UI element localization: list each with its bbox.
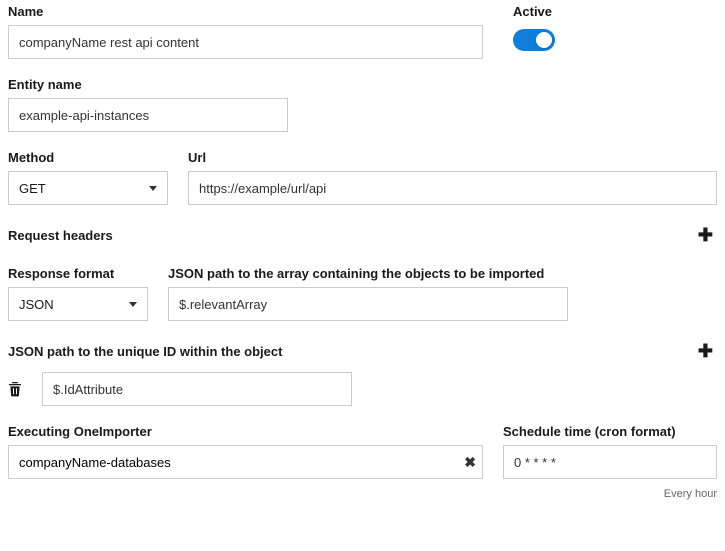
response-format-value: JSON xyxy=(19,297,54,312)
method-value: GET xyxy=(19,181,46,196)
response-format-select[interactable]: JSON xyxy=(8,287,148,321)
json-path-id-label: JSON path to the unique ID within the ob… xyxy=(8,344,282,359)
chevron-down-icon xyxy=(129,302,137,307)
response-format-label: Response format xyxy=(8,266,148,281)
executing-importer-label: Executing OneImporter xyxy=(8,424,483,439)
add-id-path-button[interactable]: ✚ xyxy=(694,341,717,362)
chevron-down-icon xyxy=(149,186,157,191)
schedule-input[interactable] xyxy=(503,445,717,479)
name-input[interactable] xyxy=(8,25,483,59)
json-path-array-label: JSON path to the array containing the ob… xyxy=(168,266,568,281)
active-label: Active xyxy=(513,4,633,19)
entity-name-input[interactable] xyxy=(8,98,288,132)
method-label: Method xyxy=(8,150,168,165)
trash-icon xyxy=(8,381,22,397)
url-label: Url xyxy=(188,150,717,165)
url-input[interactable] xyxy=(188,171,717,205)
toggle-knob xyxy=(536,32,552,48)
schedule-helper: Every hour xyxy=(503,488,717,500)
delete-id-path-button[interactable] xyxy=(8,381,22,397)
executing-importer-field: ✖ xyxy=(8,445,483,479)
entity-name-label: Entity name xyxy=(8,77,288,92)
request-headers-label: Request headers xyxy=(8,228,113,243)
name-label: Name xyxy=(8,4,483,19)
schedule-label: Schedule time (cron format) xyxy=(503,424,717,439)
json-path-id-input[interactable] xyxy=(42,372,352,406)
executing-importer-input[interactable] xyxy=(9,447,458,478)
clear-importer-button[interactable]: ✖ xyxy=(458,454,482,471)
add-header-button[interactable]: ✚ xyxy=(694,225,717,246)
json-path-array-input[interactable] xyxy=(168,287,568,321)
method-select[interactable]: GET xyxy=(8,171,168,205)
active-toggle[interactable] xyxy=(513,29,555,51)
